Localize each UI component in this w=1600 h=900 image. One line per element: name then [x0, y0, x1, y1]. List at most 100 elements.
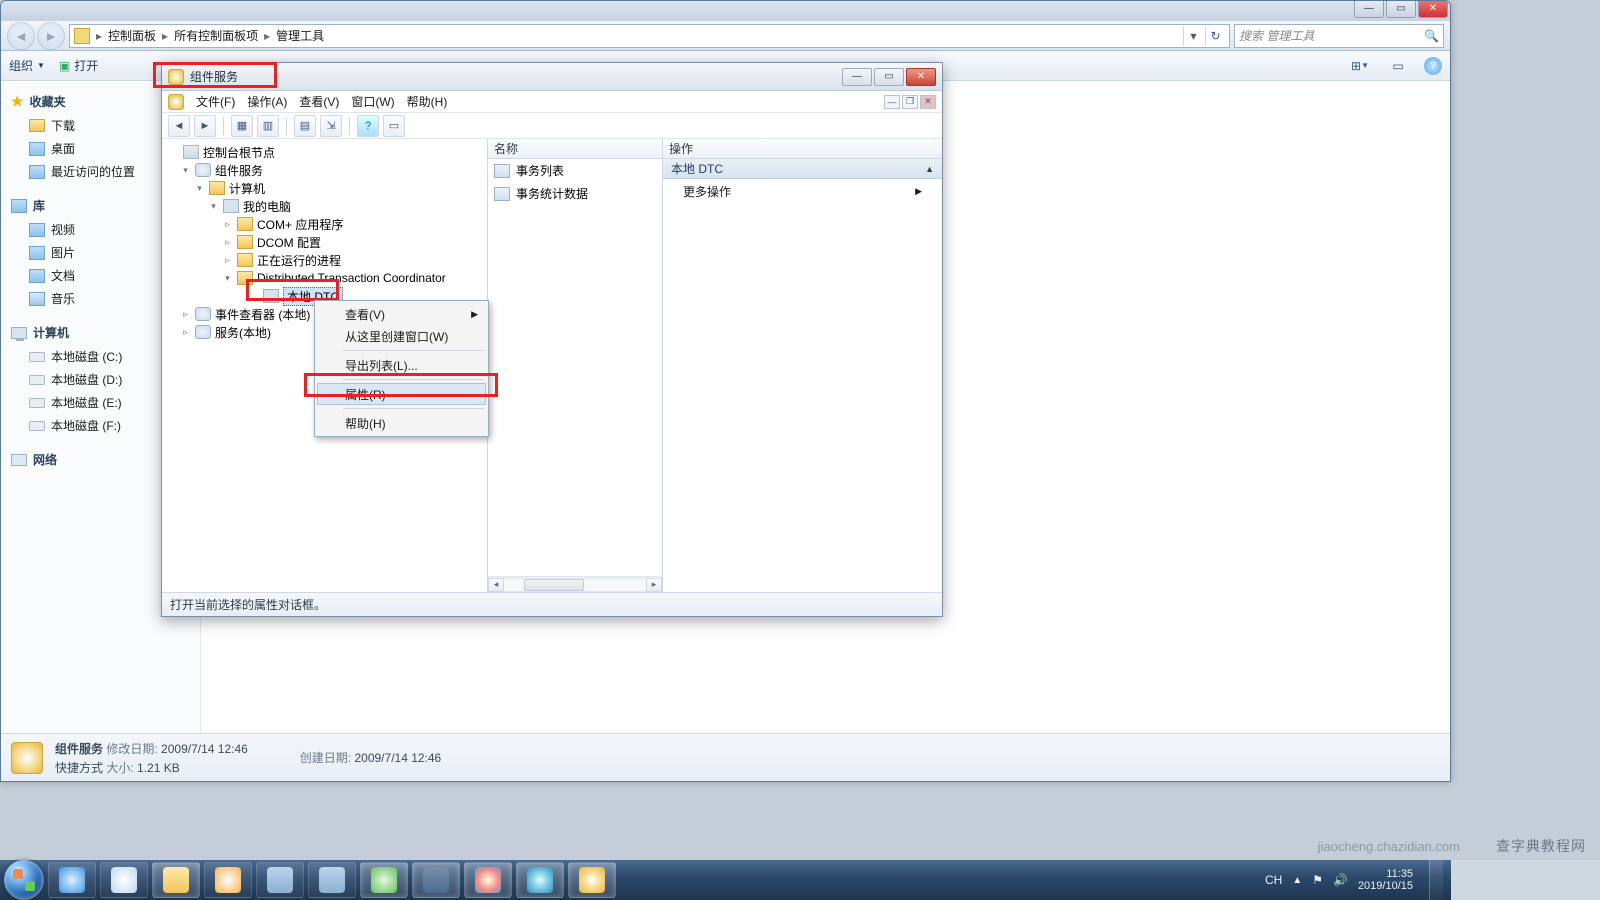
help-button[interactable]: ?	[1424, 57, 1442, 75]
taskbar-app[interactable]	[256, 862, 304, 898]
organize-button[interactable]: 组织 ▼	[9, 57, 45, 74]
toolbar-extra-button[interactable]: ▭	[383, 115, 405, 137]
tree-running-processes[interactable]: ▹正在运行的进程	[164, 251, 485, 269]
toolbar-export-button[interactable]: ⇲	[320, 115, 342, 137]
scroll-thumb[interactable]	[524, 579, 584, 591]
taskbar-media-player[interactable]	[204, 862, 252, 898]
search-placeholder: 搜索 管理工具	[1239, 27, 1314, 44]
tray-time: 11:35	[1358, 868, 1413, 880]
taskbar-ie[interactable]	[48, 862, 96, 898]
action-center-icon[interactable]: ⚑	[1312, 873, 1323, 887]
tree-computers[interactable]: ▾计算机	[164, 179, 485, 197]
start-button[interactable]	[4, 860, 44, 900]
ie-icon	[59, 867, 85, 893]
view-layout-button[interactable]: ⊞ ▼	[1348, 56, 1372, 76]
toolbar-forward-button[interactable]: ►	[194, 115, 216, 137]
menu-action[interactable]: 操作(A)	[247, 93, 287, 110]
console-root-icon	[183, 145, 199, 159]
show-desktop-button[interactable]	[1429, 860, 1443, 900]
toolbar-back-button[interactable]: ◄	[168, 115, 190, 137]
menu-file[interactable]: 文件(F)	[196, 93, 235, 110]
list-item[interactable]: 事务列表	[488, 159, 662, 182]
toolbar-up-button[interactable]: ▦	[231, 115, 253, 137]
address-dropdown-button[interactable]: ▾	[1183, 26, 1203, 46]
context-view[interactable]: 查看(V)▶	[317, 303, 486, 325]
collapse-icon[interactable]: ▲	[925, 164, 934, 174]
list-header-name[interactable]: 名称	[488, 139, 662, 159]
explorer-close-button[interactable]: ✕	[1418, 0, 1448, 18]
tree-dcom-config[interactable]: ▹DCOM 配置	[164, 233, 485, 251]
volume-icon[interactable]: 🔊	[1333, 873, 1348, 887]
ime-indicator[interactable]: CH	[1265, 873, 1282, 887]
address-bar-row: ◄ ► ▸ 控制面板 ▸ 所有控制面板项 ▸ 管理工具 ▾ ↻ 搜索 管理工具 …	[1, 21, 1450, 51]
context-export-list[interactable]: 导出列表(L)...	[317, 354, 486, 376]
mmc-close-button[interactable]: ✕	[906, 68, 936, 86]
toolbar-show-hide-button[interactable]: ▥	[257, 115, 279, 137]
tray-clock[interactable]: 11:35 2019/10/15	[1358, 868, 1413, 892]
breadcrumb-item[interactable]: 管理工具	[276, 27, 324, 44]
list-item[interactable]: 事务统计数据	[488, 182, 662, 205]
details-pane: 组件服务 修改日期: 2009/7/14 12:46 快捷方式 大小: 1.21…	[1, 733, 1450, 781]
mmc-titlebar[interactable]: 组件服务 — ▭ ✕	[162, 63, 942, 91]
menu-view[interactable]: 查看(V)	[299, 93, 339, 110]
music-icon	[29, 292, 45, 306]
menu-help[interactable]: 帮助(H)	[407, 93, 448, 110]
address-icon	[74, 28, 90, 44]
context-separator	[343, 379, 484, 380]
event-viewer-icon	[195, 307, 211, 321]
taskbar-component-services[interactable]	[568, 862, 616, 898]
explorer-search-input[interactable]: 搜索 管理工具 🔍	[1234, 24, 1444, 48]
open-button[interactable]: ▣ 打开	[59, 57, 98, 74]
nav-forward-button[interactable]: ►	[37, 22, 65, 50]
taskbar-app[interactable]	[308, 862, 356, 898]
drive-icon	[29, 352, 45, 362]
taskbar-network[interactable]	[516, 862, 564, 898]
menu-window[interactable]: 窗口(W)	[351, 93, 394, 110]
address-bar[interactable]: ▸ 控制面板 ▸ 所有控制面板项 ▸ 管理工具 ▾ ↻	[69, 24, 1230, 48]
scroll-track[interactable]	[504, 578, 646, 592]
nav-back-button[interactable]: ◄	[7, 22, 35, 50]
component-services-icon	[195, 163, 211, 177]
details-name: 组件服务	[55, 742, 103, 756]
document-icon	[29, 269, 45, 283]
context-help[interactable]: 帮助(H)	[317, 412, 486, 434]
star-icon: ★	[11, 93, 24, 110]
tree-my-computer[interactable]: ▾我的电脑	[164, 197, 485, 215]
tree-root[interactable]: 控制台根节点	[164, 143, 485, 161]
mmc-maximize-button[interactable]: ▭	[874, 68, 904, 86]
scroll-right-button[interactable]: ▸	[646, 578, 662, 592]
taskbar-app[interactable]	[360, 862, 408, 898]
tree-component-services[interactable]: ▾组件服务	[164, 161, 485, 179]
list-horizontal-scrollbar[interactable]: ◂ ▸	[488, 576, 662, 592]
details-thumbnail	[11, 742, 43, 774]
dtc-icon	[263, 289, 279, 303]
address-refresh-button[interactable]: ↻	[1205, 26, 1225, 46]
actions-more[interactable]: 更多操作▶	[663, 179, 942, 204]
mdi-minimize-button[interactable]: —	[884, 95, 900, 109]
toolbar-properties-button[interactable]: ▤	[294, 115, 316, 137]
context-properties[interactable]: 属性(R)	[317, 383, 486, 405]
tray-date: 2019/10/15	[1358, 880, 1413, 892]
actions-title[interactable]: 本地 DTC▲	[663, 159, 942, 179]
tree-com-apps[interactable]: ▹COM+ 应用程序	[164, 215, 485, 233]
explorer-titlebar[interactable]: — ▭ ✕	[1, 1, 1450, 21]
breadcrumb-item[interactable]: 所有控制面板项	[174, 27, 258, 44]
preview-pane-button[interactable]: ▭	[1386, 56, 1410, 76]
tree-dtc[interactable]: ▾Distributed Transaction Coordinator	[164, 269, 485, 287]
taskbar-magnifier[interactable]	[100, 862, 148, 898]
tray-overflow-button[interactable]: ▲	[1292, 875, 1302, 886]
mmc-minimize-button[interactable]: —	[842, 68, 872, 86]
explorer-minimize-button[interactable]: —	[1354, 0, 1384, 18]
context-new-window[interactable]: 从这里创建窗口(W)	[317, 325, 486, 347]
taskbar-explorer[interactable]	[152, 862, 200, 898]
toolbar-help-button[interactable]: ?	[357, 115, 379, 137]
taskbar-app[interactable]	[464, 862, 512, 898]
breadcrumb-item[interactable]: 控制面板	[108, 27, 156, 44]
mdi-restore-button[interactable]: ❐	[902, 95, 918, 109]
component-services-window: 组件服务 — ▭ ✕ 文件(F) 操作(A) 查看(V) 窗口(W) 帮助(H)…	[161, 62, 943, 617]
taskbar-tools[interactable]	[412, 862, 460, 898]
tools-icon	[423, 867, 449, 893]
scroll-left-button[interactable]: ◂	[488, 578, 504, 592]
explorer-maximize-button[interactable]: ▭	[1386, 0, 1416, 18]
mdi-close-button[interactable]: ✕	[920, 95, 936, 109]
